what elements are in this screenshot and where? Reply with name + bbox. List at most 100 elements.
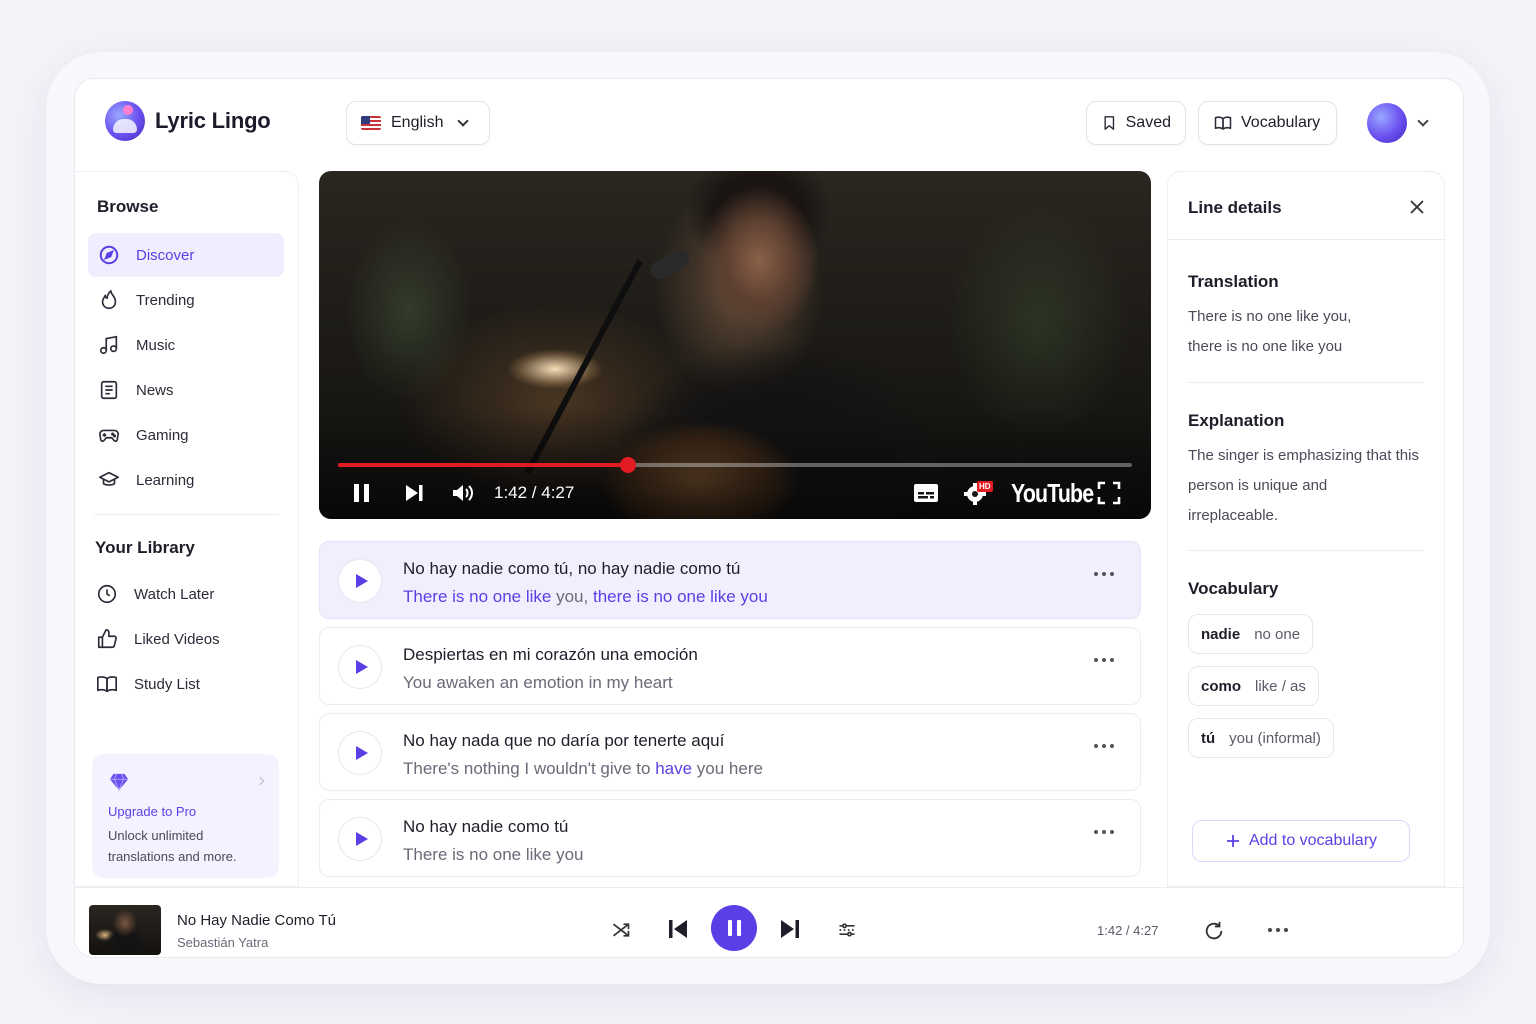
video-next-button[interactable] <box>403 478 425 508</box>
details-header-divider <box>1168 239 1446 240</box>
chevron-right-icon <box>255 776 265 786</box>
lyric-original: No hay nada que no daría por tenerte aqu… <box>403 731 725 750</box>
pause-icon-bar <box>736 920 741 936</box>
translation-text: There is no one like you, there is no on… <box>1188 308 1352 355</box>
add-to-vocabulary-button[interactable]: Add to vocabulary <box>1192 820 1410 862</box>
video-progress-bar[interactable] <box>338 457 1132 473</box>
vocabulary-heading: Vocabulary <box>1188 579 1279 598</box>
user-avatar[interactable] <box>1367 103 1407 143</box>
sidebar-item-label: Watch Later <box>134 585 215 603</box>
video-progress-knob[interactable] <box>619 457 636 473</box>
chevron-down-icon <box>457 115 470 127</box>
video-volume-button[interactable] <box>451 478 475 508</box>
sidebar-item-learning[interactable]: Learning <box>88 458 284 502</box>
shuffle-icon <box>612 923 630 937</box>
next-button[interactable] <box>777 916 803 942</box>
translation-text: There is no one like you <box>403 845 584 864</box>
upgrade-title: Upgrade to Pro <box>108 804 197 819</box>
line-details-panel: Line details Translation There is no one… <box>1167 171 1446 887</box>
sidebar-item-label: Learning <box>136 471 195 489</box>
explanation-heading: Explanation <box>1188 411 1285 430</box>
sidebar-item-label: Trending <box>136 291 195 309</box>
account-chevron-down-icon[interactable] <box>1417 115 1429 127</box>
lyric-line[interactable]: No hay nadie como tú There is no one lik… <box>319 799 1141 877</box>
repeat-icon <box>1205 921 1223 940</box>
video-player[interactable]: 1:42 / 4:27 HD YouTube <box>319 171 1151 519</box>
sidebar-item-watch-later[interactable]: Watch Later <box>86 572 282 616</box>
play-line-button[interactable] <box>338 559 382 603</box>
track-thumbnail[interactable] <box>89 905 161 955</box>
lyric-translation: There is no one like you <box>403 845 584 865</box>
vocab-meaning: no one <box>1254 625 1301 643</box>
repeat-button[interactable] <box>1201 918 1227 944</box>
captions-button[interactable] <box>913 478 939 508</box>
play-line-button[interactable] <box>338 731 382 775</box>
language-select[interactable]: English <box>346 101 490 145</box>
more-options-icon[interactable] <box>1094 830 1114 834</box>
sidebar-item-label: Gaming <box>136 426 189 444</box>
translation-text: There's nothing I wouldn't give to <box>403 759 656 778</box>
app-name: Lyric Lingo <box>155 108 271 133</box>
translation-highlight[interactable]: There is no one like <box>403 587 551 606</box>
more-options-icon[interactable] <box>1094 658 1114 662</box>
open-book-icon <box>1214 116 1232 130</box>
close-icon[interactable] <box>1408 198 1426 216</box>
captions-icon <box>914 484 938 502</box>
translation-heading: Translation <box>1188 272 1279 291</box>
app-window: Lyric Lingo English Saved Vocabulary Bro… <box>74 78 1464 958</box>
lyric-original: No hay nadie como tú, no hay nadie como … <box>403 559 741 578</box>
sidebar-item-label: Study List <box>134 675 200 693</box>
video-frame-singer <box>689 171 829 331</box>
lyric-original: Despiertas en mi corazón una emoción <box>403 645 698 664</box>
sidebar-item-news[interactable]: News <box>88 368 284 412</box>
sidebar-item-label: News <box>136 381 174 399</box>
video-pause-button[interactable] <box>351 478 373 508</box>
fullscreen-button[interactable] <box>1097 478 1121 508</box>
app-logo[interactable]: Lyric Lingo <box>105 101 271 141</box>
more-options-icon[interactable] <box>1265 920 1291 940</box>
sidebar-item-gaming[interactable]: Gaming <box>88 413 284 457</box>
lyric-line[interactable]: No hay nada que no daría por tenerte aqu… <box>319 713 1141 791</box>
translation-highlight[interactable]: have <box>655 759 692 778</box>
translation-text: you, <box>551 587 593 606</box>
saved-button[interactable]: Saved <box>1086 101 1186 145</box>
us-flag-icon <box>361 116 381 130</box>
more-options-icon[interactable] <box>1094 572 1114 576</box>
pause-button[interactable] <box>711 905 757 951</box>
upgrade-pro-card[interactable]: Upgrade to Pro Unlock unlimited translat… <box>92 754 279 878</box>
section-divider <box>1188 550 1424 551</box>
equalizer-button[interactable] <box>835 918 859 942</box>
line-details-title: Line details <box>1188 198 1282 217</box>
vocabulary-button[interactable]: Vocabulary <box>1198 101 1337 145</box>
track-artist[interactable]: Sebastián Yatra <box>177 935 268 950</box>
sidebar-divider <box>94 514 279 515</box>
play-line-button[interactable] <box>338 817 382 861</box>
play-icon <box>355 832 368 846</box>
plus-icon <box>1226 835 1239 847</box>
music-note-icon <box>98 334 120 356</box>
sidebar-item-study-list[interactable]: Study List <box>86 662 282 706</box>
lyric-line[interactable]: No hay nadie como tú, no hay nadie como … <box>319 541 1141 619</box>
sidebar-item-discover[interactable]: Discover <box>88 233 284 277</box>
track-title[interactable]: No Hay Nadie Como Tú <box>177 912 336 929</box>
translation-highlight[interactable]: there is no one like you <box>593 587 768 606</box>
more-options-icon[interactable] <box>1094 744 1114 748</box>
sidebar-item-trending[interactable]: Trending <box>88 278 284 322</box>
sidebar-item-music[interactable]: Music <box>88 323 284 367</box>
vocab-chip[interactable]: como like / as <box>1188 666 1319 706</box>
clock-icon <box>96 583 118 605</box>
lyric-translation: You awaken an emotion in my heart <box>403 673 673 693</box>
browse-heading: Browse <box>97 197 159 216</box>
video-time: 1:42 / 4:27 <box>494 478 574 508</box>
previous-button[interactable] <box>665 916 691 942</box>
settings-button[interactable]: HD <box>963 478 993 508</box>
play-line-button[interactable] <box>338 645 382 689</box>
vocab-chip[interactable]: nadie no one <box>1188 614 1314 654</box>
language-value: English <box>391 114 444 131</box>
sidebar-item-liked-videos[interactable]: Liked Videos <box>86 617 282 661</box>
vocab-chip[interactable]: tú you (informal) <box>1188 718 1334 758</box>
shuffle-button[interactable] <box>609 918 633 942</box>
lyric-translation: There's nothing I wouldn't give to have … <box>403 759 763 779</box>
lyric-line[interactable]: Despiertas en mi corazón una emoción You… <box>319 627 1141 705</box>
compass-icon <box>98 244 120 266</box>
